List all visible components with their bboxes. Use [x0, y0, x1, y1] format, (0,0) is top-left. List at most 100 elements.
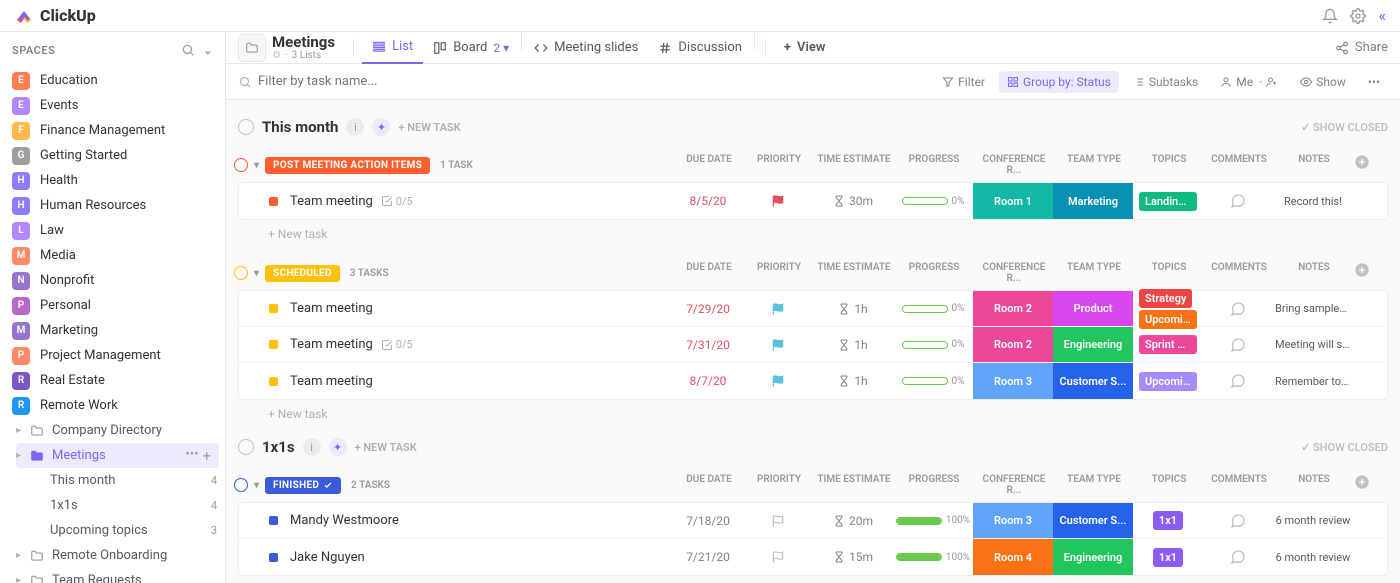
column-header[interactable]: TIME ESTIMATE: [814, 154, 894, 176]
notes[interactable]: Bring samples t: [1273, 291, 1353, 326]
space-item[interactable]: LLaw: [0, 218, 225, 243]
folder-item[interactable]: ▸Company Directory: [10, 418, 225, 443]
space-item[interactable]: EEducation: [0, 68, 225, 93]
list-item[interactable]: This month4: [10, 468, 225, 493]
notes[interactable]: Record this!: [1273, 183, 1353, 219]
column-header[interactable]: COMMENTS: [1204, 262, 1274, 284]
status-pill[interactable]: POST MEETING ACTION ITEMS: [265, 157, 430, 174]
due-date[interactable]: 7/31/20: [673, 327, 743, 362]
topic-pill[interactable]: Upcomi...: [1139, 372, 1197, 391]
chevron-down-icon[interactable]: ▾: [254, 268, 259, 279]
conference-room[interactable]: Room 2: [973, 327, 1053, 362]
space-item[interactable]: RRemote Work: [0, 393, 225, 418]
column-header[interactable]: NOTES: [1274, 154, 1354, 176]
comments-icon[interactable]: [1203, 183, 1273, 219]
more-options-icon[interactable]: •••: [1360, 71, 1388, 93]
status-dot[interactable]: [269, 553, 278, 562]
topic-pill[interactable]: 1x1: [1153, 548, 1183, 567]
column-header[interactable]: NOTES: [1274, 474, 1354, 496]
column-header[interactable]: TEAM TYPE: [1054, 262, 1134, 284]
space-item[interactable]: HHuman Resources: [0, 193, 225, 218]
column-header[interactable]: COMMENTS: [1204, 154, 1274, 176]
info-icon[interactable]: i: [303, 438, 321, 456]
notes[interactable]: 6 month review: [1273, 503, 1353, 538]
group-by-button[interactable]: Group by: Status: [999, 71, 1119, 93]
collapse-sidebar-icon[interactable]: «: [1378, 6, 1386, 25]
priority-flag-icon[interactable]: [743, 503, 813, 538]
status-pill[interactable]: FINISHED: [265, 477, 341, 494]
subtask-count[interactable]: 0/5: [381, 338, 413, 351]
folder-item[interactable]: ▸Remote Onboarding: [10, 543, 225, 568]
comments-icon[interactable]: [1203, 363, 1273, 399]
new-task-row[interactable]: + New task: [238, 220, 1388, 248]
comments-icon[interactable]: [1203, 503, 1273, 538]
time-estimate[interactable]: 1h: [813, 327, 893, 362]
add-column-icon[interactable]: [1354, 474, 1384, 496]
time-estimate[interactable]: 1h: [813, 291, 893, 326]
topics[interactable]: Upcomi...: [1133, 363, 1203, 399]
due-date[interactable]: 7/21/20: [673, 539, 743, 575]
team-type[interactable]: Customer S...: [1053, 503, 1133, 538]
show-closed-button[interactable]: ✓ SHOW CLOSED: [1301, 121, 1388, 134]
conference-room[interactable]: Room 3: [973, 363, 1053, 399]
team-type[interactable]: Customer S...: [1053, 363, 1133, 399]
column-header[interactable]: TOPICS: [1134, 474, 1204, 496]
settings-icon[interactable]: [1350, 8, 1366, 24]
team-type[interactable]: Product: [1053, 291, 1133, 326]
column-header[interactable]: NOTES: [1274, 262, 1354, 284]
time-estimate[interactable]: 15m: [813, 539, 893, 575]
share-button[interactable]: Share: [1335, 40, 1388, 55]
space-item[interactable]: PProject Management: [0, 343, 225, 368]
column-header[interactable]: DUE DATE: [674, 262, 744, 284]
show-closed-button[interactable]: ✓ SHOW CLOSED: [1301, 441, 1388, 454]
spaces-chevron-icon[interactable]: ⌄: [203, 44, 213, 57]
progress[interactable]: 0%: [893, 363, 973, 399]
due-date[interactable]: 8/7/20: [673, 363, 743, 399]
space-item[interactable]: NNonprofit: [0, 268, 225, 293]
column-header[interactable]: TEAM TYPE: [1054, 474, 1134, 496]
priority-flag-icon[interactable]: [743, 363, 813, 399]
view-tab-discussion[interactable]: Discussion: [648, 32, 752, 64]
sparkle-icon[interactable]: ✦: [329, 438, 347, 456]
logo[interactable]: ClickUp: [14, 6, 96, 26]
team-type[interactable]: Engineering: [1053, 539, 1133, 575]
filter-task-input[interactable]: [258, 74, 458, 89]
team-type[interactable]: Marketing: [1053, 183, 1133, 219]
priority-flag-icon[interactable]: [743, 539, 813, 575]
conference-room[interactable]: Room 1: [973, 183, 1053, 219]
info-icon[interactable]: i: [346, 118, 364, 136]
folder-item[interactable]: ▸Meetings•••+: [16, 443, 219, 468]
new-task-row[interactable]: + New task: [238, 400, 1388, 428]
status-dot[interactable]: [269, 340, 278, 349]
due-date[interactable]: 7/18/20: [673, 503, 743, 538]
priority-flag-icon[interactable]: [743, 183, 813, 219]
progress[interactable]: 0%: [893, 327, 973, 362]
task-row[interactable]: Jake Nguyen 7/21/20 15m 100% Room 4 Engi…: [239, 539, 1387, 575]
column-header[interactable]: PROGRESS: [894, 154, 974, 176]
subtask-count[interactable]: 0/5: [381, 195, 413, 208]
list-item[interactable]: 1x1s4: [10, 493, 225, 518]
me-button[interactable]: Me·: [1212, 71, 1286, 93]
progress[interactable]: 0%: [893, 183, 973, 219]
task-row[interactable]: Team meeting 0/5 7/31/20 1h 0% Room 2 En…: [239, 327, 1387, 363]
group-toggle-icon[interactable]: [234, 158, 248, 172]
topic-pill[interactable]: 1x1: [1153, 511, 1183, 530]
column-header[interactable]: PRIORITY: [744, 474, 814, 496]
due-date[interactable]: 8/5/20: [673, 183, 743, 219]
column-header[interactable]: COMMENTS: [1204, 474, 1274, 496]
new-task-button[interactable]: + NEW TASK: [398, 121, 460, 134]
notifications-icon[interactable]: [1322, 8, 1338, 24]
notes[interactable]: 6 month review: [1273, 539, 1353, 575]
team-type[interactable]: Engineering: [1053, 327, 1133, 362]
topic-pill[interactable]: Upcomi...: [1139, 310, 1197, 329]
topics[interactable]: Landing ...: [1133, 183, 1203, 219]
space-item[interactable]: GGetting Started: [0, 143, 225, 168]
column-header[interactable]: CONFERENCE R...: [974, 474, 1054, 496]
section-toggle-icon[interactable]: [238, 439, 254, 455]
notes[interactable]: Meeting will sta today: [1273, 327, 1353, 362]
column-header[interactable]: PROGRESS: [894, 474, 974, 496]
column-header[interactable]: TIME ESTIMATE: [814, 262, 894, 284]
progress[interactable]: 0%: [893, 291, 973, 326]
comments-icon[interactable]: [1203, 539, 1273, 575]
column-header[interactable]: TOPICS: [1134, 262, 1204, 284]
